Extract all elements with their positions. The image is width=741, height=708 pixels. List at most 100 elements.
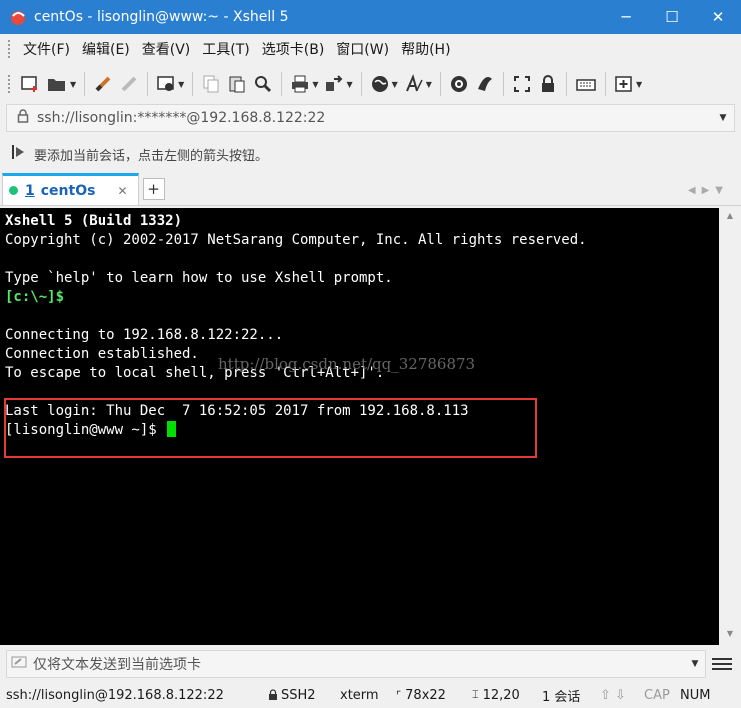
- status-caps: CAP: [644, 687, 670, 703]
- minimize-button[interactable]: ─: [603, 0, 649, 34]
- status-size: ⌜ 78x22: [396, 688, 472, 703]
- lock-button[interactable]: [535, 70, 561, 98]
- menu-file[interactable]: 文件(F): [17, 39, 76, 59]
- terminal-line: Type `help' to learn how to use Xshell p…: [5, 270, 393, 286]
- copy-button[interactable]: [198, 70, 224, 98]
- status-size-text: 78x22: [405, 687, 446, 703]
- find-icon: [255, 76, 272, 93]
- terminal-scrollbar[interactable]: ▲ ▼: [719, 208, 741, 645]
- find-button[interactable]: [250, 70, 276, 98]
- tab-centos[interactable]: 1 centOs ✕: [2, 173, 139, 205]
- add-icon: [615, 76, 632, 92]
- toolbar-separator: [502, 72, 504, 96]
- lock-icon: [269, 689, 277, 700]
- address-dropdown-icon[interactable]: ▼: [712, 113, 734, 123]
- menu-tools[interactable]: 工具(T): [196, 39, 255, 59]
- send-dropdown-icon[interactable]: ▼: [685, 659, 705, 669]
- toolbar-separator: [147, 72, 149, 96]
- keyboard-button[interactable]: [572, 70, 600, 98]
- menu-view[interactable]: 查看(V): [136, 39, 197, 59]
- toolbar-separator: [604, 72, 606, 96]
- xftp-icon: [450, 76, 467, 92]
- tab-label: centOs: [40, 182, 96, 199]
- properties-button[interactable]: ▼: [153, 70, 187, 98]
- open-button[interactable]: ▼: [43, 70, 79, 98]
- xftp-button[interactable]: [446, 70, 472, 98]
- maximize-button[interactable]: ☐: [649, 0, 695, 34]
- terminal-line: Xshell 5 (Build 1332): [5, 213, 183, 229]
- status-num: NUM: [680, 687, 711, 703]
- paste-button[interactable]: [224, 70, 250, 98]
- toolbar: ▼ ▼ ▼ ▼ ▼ ▼ ▼: [0, 64, 741, 104]
- resize-icon: ⌜: [396, 688, 402, 702]
- font-button[interactable]: ▼: [401, 70, 435, 98]
- add-button[interactable]: ▼: [611, 70, 645, 98]
- close-button[interactable]: ✕: [695, 0, 741, 34]
- tab-navigation[interactable]: ◀▶▼: [688, 185, 729, 196]
- paste-icon: [229, 76, 245, 93]
- copy-icon: [203, 75, 219, 93]
- status-position-text: 12,20: [482, 687, 520, 703]
- status-sessions: 1 会话: [542, 689, 581, 705]
- pencil-icon: [11, 655, 27, 673]
- window-title: centOs - lisonglin@www:~ - Xshell 5: [34, 9, 289, 25]
- tab-prev-icon[interactable]: ◀: [688, 185, 702, 196]
- scroll-up-icon[interactable]: ▲: [719, 208, 741, 224]
- terminal-line: Connecting to 192.168.8.122:22...: [5, 327, 284, 343]
- print-icon: [292, 75, 309, 93]
- new-session-button[interactable]: [17, 70, 43, 98]
- status-connection: ssh://lisonglin@192.168.8.122:22: [6, 687, 224, 703]
- terminal-view[interactable]: Xshell 5 (Build 1332) Copyright (c) 2002…: [0, 208, 719, 645]
- globe-button[interactable]: ▼: [367, 70, 401, 98]
- toolbar-separator: [281, 72, 283, 96]
- address-bar[interactable]: ssh://lisonglin:*******@192.168.8.122:22…: [6, 104, 735, 132]
- transfer-icon: [326, 75, 343, 91]
- xshell-logo-icon: [8, 7, 28, 27]
- transfer-button[interactable]: ▼: [321, 70, 355, 98]
- status-bar: ssh://lisonglin@192.168.8.122:22 SSH2 xt…: [0, 682, 741, 708]
- send-bar: 仅将文本发送到当前选项卡 ▼: [0, 648, 741, 680]
- tab-list-icon[interactable]: ▼: [715, 185, 729, 196]
- reconnect-button[interactable]: [90, 70, 116, 98]
- status-protocol: SSH2: [268, 688, 340, 703]
- new-session-icon: [21, 76, 37, 92]
- connected-status-icon: [9, 186, 18, 195]
- send-text-placeholder: 仅将文本发送到当前选项卡: [33, 657, 201, 673]
- properties-icon: [157, 76, 174, 91]
- status-position: ⌶ 12,20: [472, 688, 542, 703]
- send-text-input[interactable]: 仅将文本发送到当前选项卡 ▼: [6, 650, 706, 678]
- new-tab-button[interactable]: +: [142, 178, 165, 200]
- disconnect-icon: [121, 76, 137, 92]
- highlight-box: [4, 398, 537, 458]
- fullscreen-button[interactable]: [509, 70, 535, 98]
- fullscreen-icon: [513, 76, 530, 92]
- tab-close-icon[interactable]: ✕: [117, 184, 127, 198]
- address-input[interactable]: ssh://lisonglin:*******@192.168.8.122:22: [37, 110, 712, 126]
- menu-icon[interactable]: [712, 658, 732, 670]
- reconnect-icon: [95, 76, 111, 92]
- toolbar-separator: [84, 72, 86, 96]
- scroll-down-icon[interactable]: ▼: [719, 629, 741, 645]
- menu-window[interactable]: 窗口(W): [330, 39, 395, 59]
- xmanager-button[interactable]: [472, 70, 498, 98]
- title-bar: centOs - lisonglin@www:~ - Xshell 5 ─ ☐ …: [0, 0, 741, 34]
- menu-tab[interactable]: 选项卡(B): [256, 39, 331, 59]
- terminal-line: Copyright (c) 2002-2017 NetSarang Comput…: [5, 232, 587, 248]
- font-icon: [405, 74, 423, 92]
- lock-icon: [541, 75, 554, 92]
- add-session-arrow-icon[interactable]: [10, 143, 26, 165]
- cursor-position-icon: ⌶: [472, 688, 479, 701]
- terminal-local-prompt: [c:\~]$: [5, 289, 65, 305]
- tab-bar: 1 centOs ✕ + ◀▶▼: [0, 172, 741, 206]
- watermark: http://blog.csdn.net/qq_32786873: [218, 355, 476, 373]
- disconnect-button[interactable]: [116, 70, 142, 98]
- status-protocol-text: SSH2: [281, 687, 316, 703]
- lock-icon: [17, 109, 29, 127]
- print-button[interactable]: ▼: [287, 70, 321, 98]
- toolbar-grip: [8, 75, 11, 93]
- tab-next-icon[interactable]: ▶: [702, 185, 716, 196]
- menu-help[interactable]: 帮助(H): [395, 39, 456, 59]
- menu-edit[interactable]: 编辑(E): [76, 39, 136, 59]
